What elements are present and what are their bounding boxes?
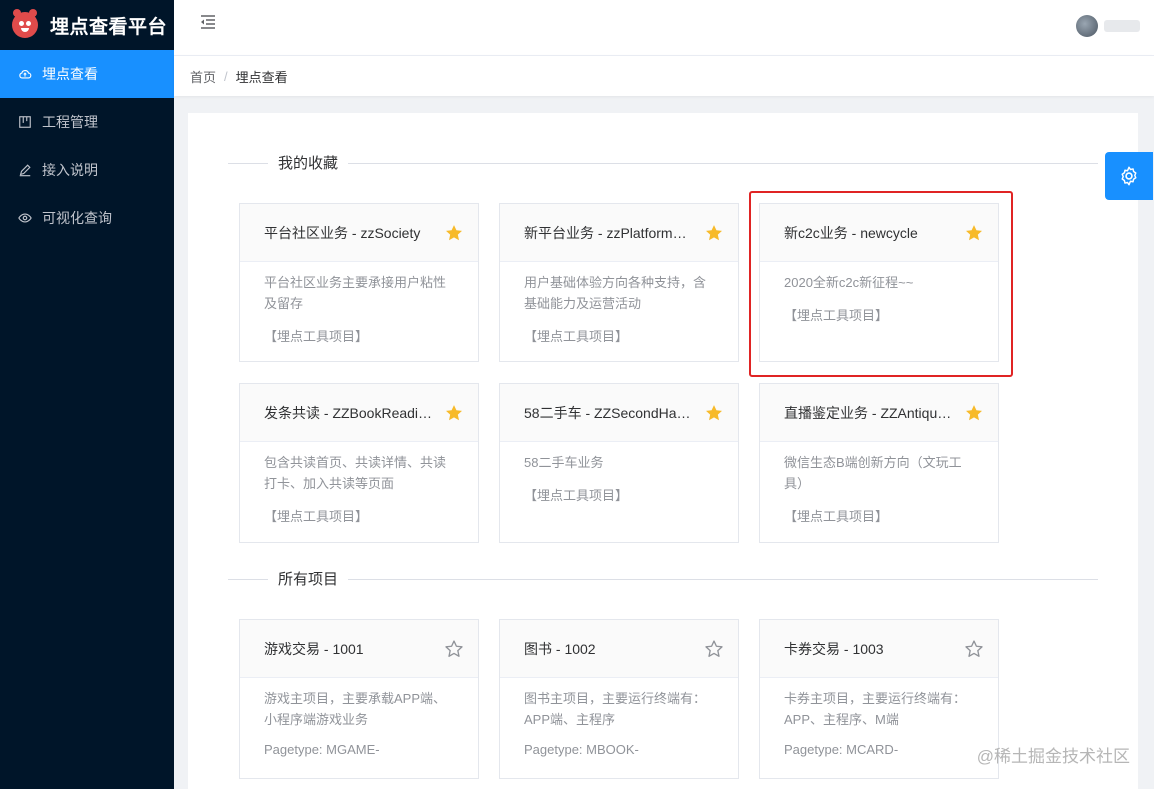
card-description: 微信生态B端创新方向（文玩工具） — [784, 455, 962, 491]
card-description: 包含共读首页、共读详情、共读打卡、加入共读等页面 — [264, 455, 447, 491]
card-title: 发条共读 - ZZBookReadi… — [264, 404, 433, 421]
project-card[interactable]: 图书 - 1002 图书主项目，主要运行终端有：APP端、主程序 Pagetyp… — [499, 619, 739, 779]
breadcrumb-home[interactable]: 首页 — [190, 67, 216, 86]
card-pagetype: Pagetype: MGAME- — [264, 742, 380, 757]
sidebar-item-label: 可视化查询 — [42, 210, 112, 226]
project-card[interactable]: 发条共读 - ZZBookReadi… 包含共读首页、共读详情、共读打卡、加入共… — [239, 383, 479, 543]
card-tag: 【埋点工具项目】 — [524, 329, 629, 344]
sidebar-item-label: 工程管理 — [42, 114, 98, 130]
project-icon — [18, 115, 32, 129]
menu-fold-icon[interactable] — [198, 12, 218, 32]
card-description: 2020全新c2c新征程~~ — [784, 275, 914, 290]
star-filled-icon[interactable] — [704, 223, 724, 243]
brand[interactable]: 埋点查看平台 — [0, 0, 174, 50]
project-card[interactable]: 卡券交易 - 1003 卡券主项目，主要运行终端有：APP、主程序、M端 Pag… — [759, 619, 999, 779]
card-description: 58二手车业务 — [524, 455, 604, 470]
favorites-heading: 我的收藏 — [268, 152, 349, 173]
star-filled-icon[interactable] — [444, 403, 464, 423]
card-pagetype: Pagetype: MBOOK- — [524, 742, 639, 757]
project-card[interactable]: 新平台业务 - zzPlatform… 用户基础体验方向各种支持，含基础能力及运… — [499, 203, 739, 362]
card-tag: 【埋点工具项目】 — [264, 329, 369, 344]
star-outline-icon[interactable] — [444, 639, 464, 659]
card-tag: 【埋点工具项目】 — [784, 308, 889, 323]
card-title: 58二手车 - ZZSecondHa… — [524, 404, 691, 421]
edit-icon — [18, 163, 32, 177]
top-header — [174, 0, 1154, 56]
sidebar-item-visual-query[interactable]: 可视化查询 — [0, 194, 174, 242]
sidebar-item-label: 接入说明 — [42, 162, 98, 178]
card-title: 新c2c业务 - newcycle — [784, 224, 918, 241]
breadcrumb-current: 埋点查看 — [235, 69, 288, 85]
sidebar-item-project-management[interactable]: 工程管理 — [0, 98, 174, 146]
gear-icon — [1121, 166, 1137, 186]
card-title: 图书 - 1002 — [524, 640, 596, 657]
all-projects-heading: 所有项目 — [268, 568, 349, 589]
star-filled-icon[interactable] — [964, 223, 984, 243]
card-pagetype: Pagetype: MCARD- — [784, 742, 899, 757]
avatar[interactable] — [1076, 15, 1098, 37]
card-tag: 【埋点工具项目】 — [524, 488, 629, 503]
project-card[interactable]: 游戏交易 - 1001 游戏主项目，主要承载APP端、小程序端游戏业务 Page… — [239, 619, 479, 779]
breadcrumb-separator: / — [224, 68, 228, 84]
project-card[interactable]: 新c2c业务 - newcycle 2020全新c2c新征程~~ 【埋点工具项目… — [759, 203, 999, 362]
star-filled-icon[interactable] — [704, 403, 724, 423]
sidebar: 埋点查看平台 埋点查看 工程管理 接入说明 可视化查询 — [0, 0, 174, 789]
brand-title: 埋点查看平台 — [50, 16, 168, 38]
card-title: 直播鉴定业务 - ZZAntiqu… — [784, 404, 952, 421]
project-card[interactable]: 平台社区业务 - zzSociety 平台社区业务主要承接用户粘性及留存 【埋点… — [239, 203, 479, 362]
card-description: 用户基础体验方向各种支持，含基础能力及运营活动 — [524, 275, 707, 311]
sidebar-item-integration-guide[interactable]: 接入说明 — [0, 146, 174, 194]
card-description: 卡券主项目，主要运行终端有：APP、主程序、M端 — [784, 691, 967, 727]
star-outline-icon[interactable] — [704, 639, 724, 659]
main-content: 我的收藏 平台社区业务 - zzSociety 平台社区业务主要承接用户粘性及留… — [188, 113, 1138, 789]
logo-icon — [12, 9, 38, 38]
watermark: @稀土掘金技术社区 — [976, 747, 1130, 766]
all-projects-section-title: 所有项目 — [228, 568, 1098, 590]
breadcrumb: 首页 / 埋点查看 — [174, 56, 1154, 96]
settings-button[interactable] — [1105, 152, 1153, 200]
sidebar-item-label: 埋点查看 — [42, 66, 98, 82]
card-description: 图书主项目，主要运行终端有：APP端、主程序 — [524, 691, 707, 727]
card-title: 平台社区业务 - zzSociety — [264, 224, 421, 241]
eye-icon — [18, 211, 32, 225]
star-filled-icon[interactable] — [444, 223, 464, 243]
favorites-section-title: 我的收藏 — [228, 152, 1098, 174]
card-description: 平台社区业务主要承接用户粘性及留存 — [264, 275, 447, 311]
project-card[interactable]: 直播鉴定业务 - ZZAntiqu… 微信生态B端创新方向（文玩工具） 【埋点工… — [759, 383, 999, 543]
cloud-icon — [18, 67, 32, 81]
card-title: 卡券交易 - 1003 — [784, 640, 884, 657]
card-description: 游戏主项目，主要承载APP端、小程序端游戏业务 — [264, 691, 447, 727]
star-filled-icon[interactable] — [964, 403, 984, 423]
card-title: 新平台业务 - zzPlatform… — [524, 224, 687, 241]
star-outline-icon[interactable] — [964, 639, 984, 659]
card-title: 游戏交易 - 1001 — [264, 640, 364, 657]
card-tag: 【埋点工具项目】 — [784, 509, 889, 524]
sidebar-item-tracking-view[interactable]: 埋点查看 — [0, 50, 174, 98]
project-card[interactable]: 58二手车 - ZZSecondHa… 58二手车业务 【埋点工具项目】 — [499, 383, 739, 543]
card-tag: 【埋点工具项目】 — [264, 509, 369, 524]
username-blurred[interactable] — [1104, 20, 1140, 32]
